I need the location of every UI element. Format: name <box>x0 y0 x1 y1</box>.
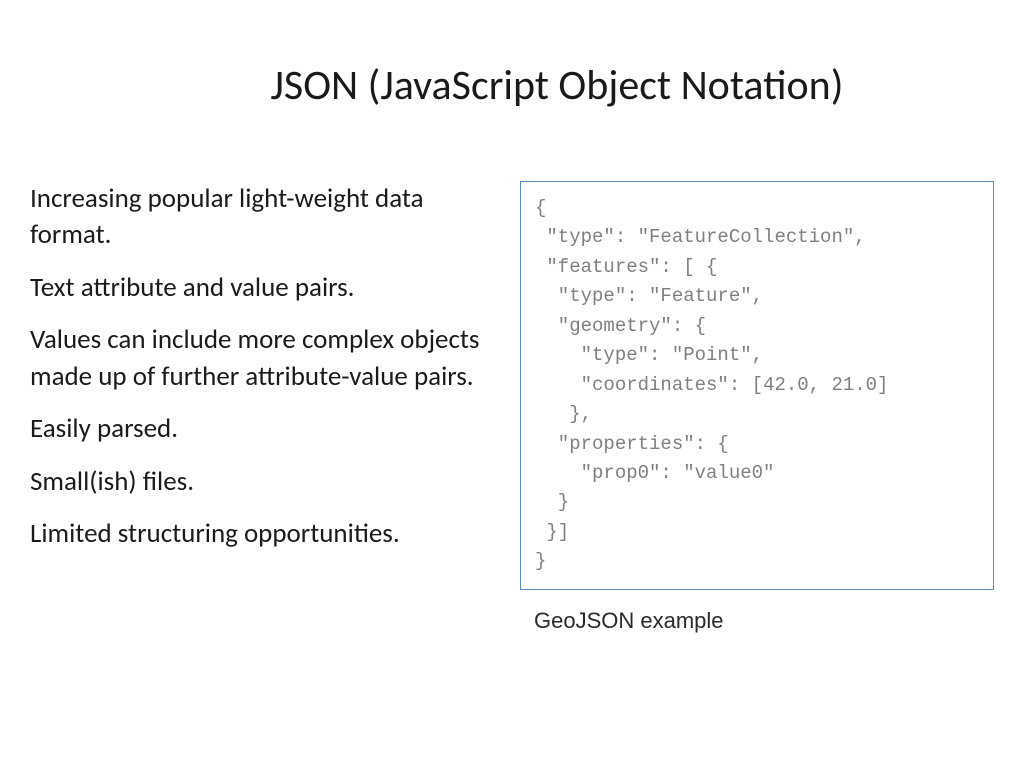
bullet-item: Easily parsed. <box>30 411 490 447</box>
content-area: Increasing popular light-weight data for… <box>30 181 994 634</box>
bullet-item: Values can include more complex objects … <box>30 322 490 395</box>
code-example: { "type": "FeatureCollection", "features… <box>520 181 994 590</box>
left-column: Increasing popular light-weight data for… <box>30 181 490 634</box>
slide: JSON (JavaScript Object Notation) Increa… <box>0 0 1024 768</box>
right-column: { "type": "FeatureCollection", "features… <box>520 181 994 634</box>
bullet-item: Small(ish) files. <box>30 464 490 500</box>
bullet-item: Increasing popular light-weight data for… <box>30 181 490 254</box>
bullet-item: Limited structuring opportunities. <box>30 516 490 552</box>
bullet-item: Text attribute and value pairs. <box>30 270 490 306</box>
slide-title: JSON (JavaScript Object Notation) <box>30 60 994 111</box>
code-caption: GeoJSON example <box>520 608 994 634</box>
